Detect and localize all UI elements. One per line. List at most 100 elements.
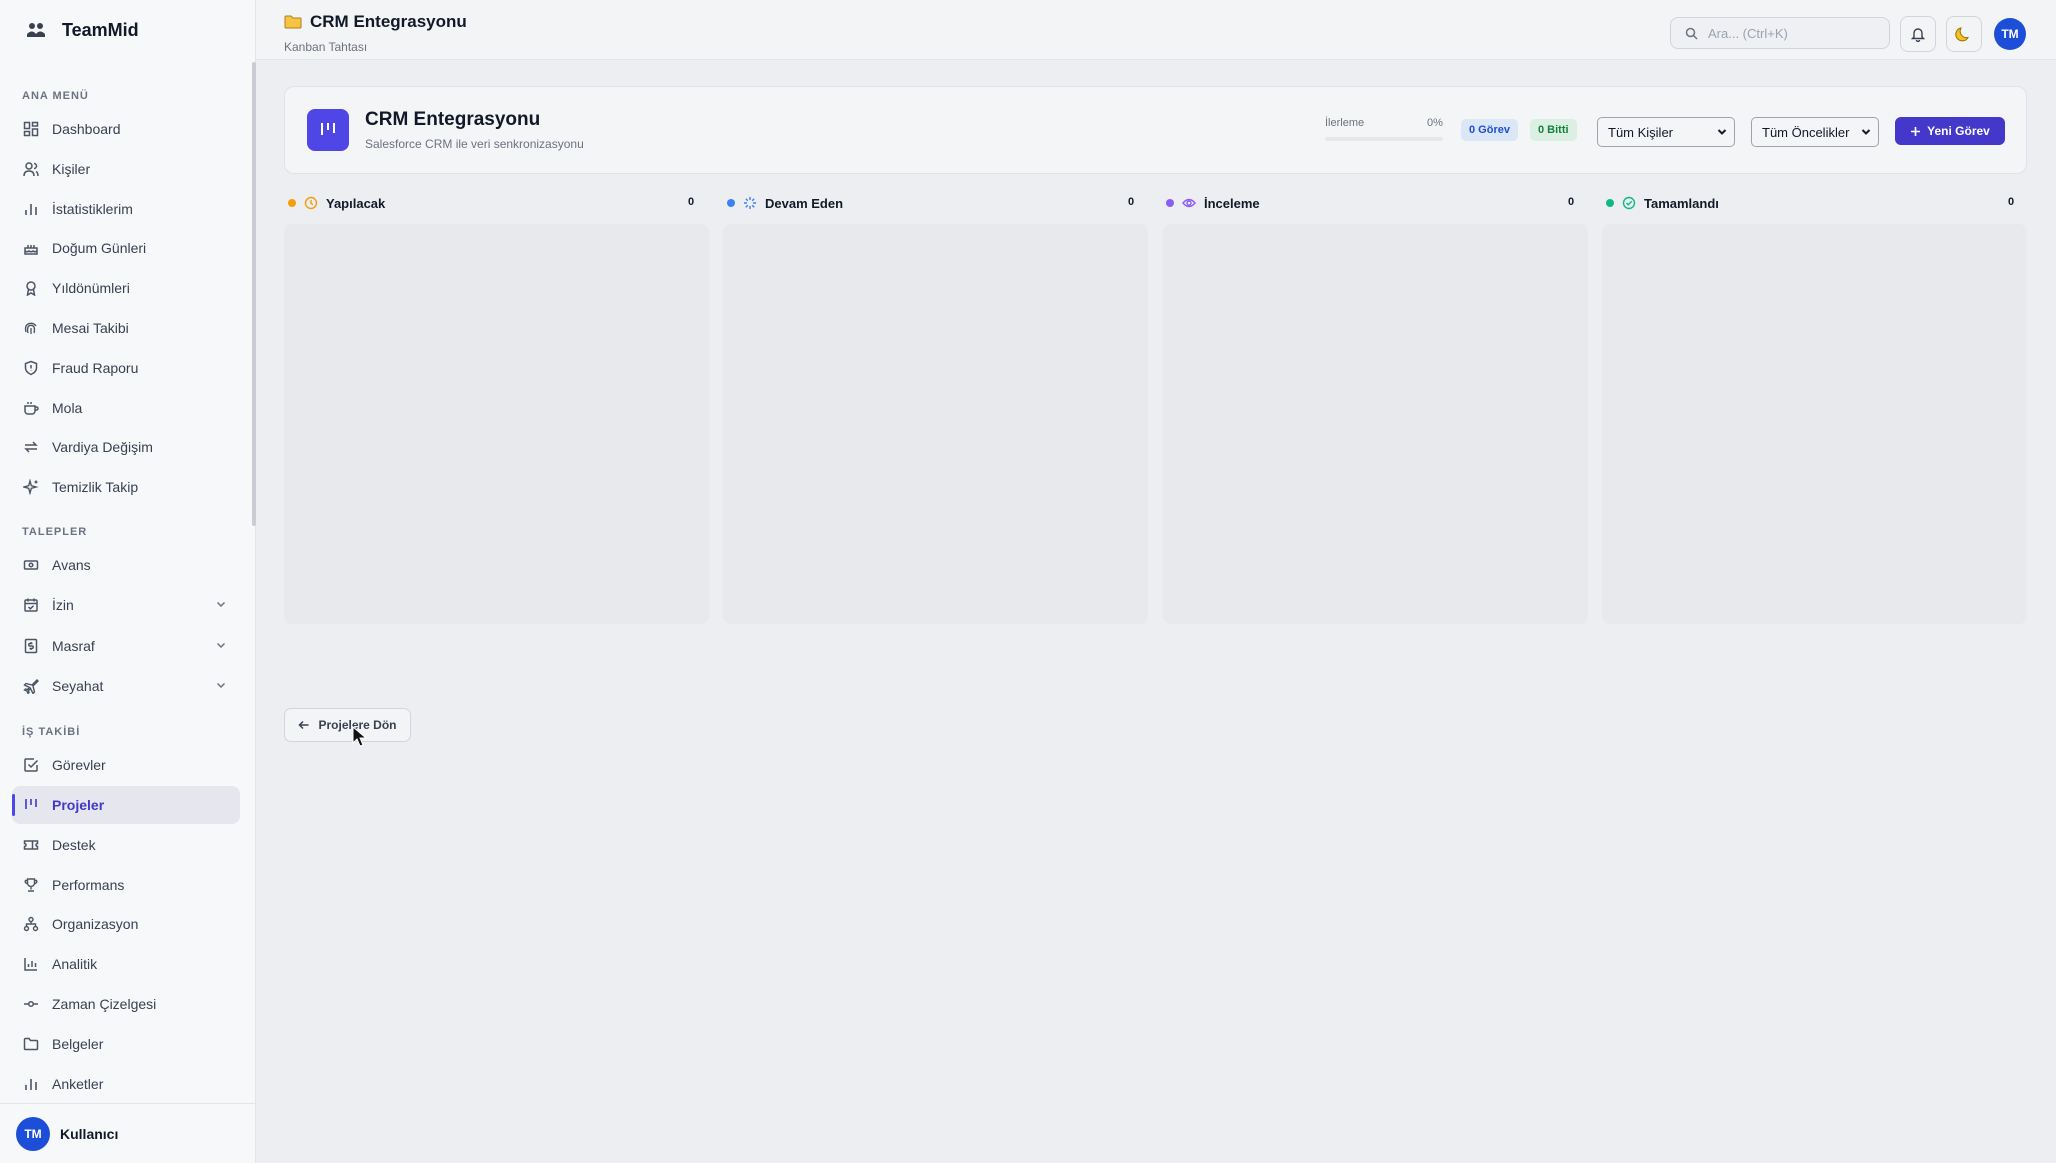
kanban-column-review[interactable]	[1163, 224, 1588, 624]
sidebar-scrollbar[interactable]	[252, 62, 256, 526]
sidebar-item-fraud[interactable]: Fraud Raporu	[12, 349, 240, 387]
sidebar-item-label: Mesai Takibi	[52, 320, 129, 336]
kanban-icon	[307, 109, 349, 151]
award-icon	[22, 279, 40, 297]
sidebar-item-timeline[interactable]: Zaman Çizelgesi	[12, 985, 240, 1023]
column-title: Yapılacak	[326, 195, 386, 211]
chevron-down-icon	[1860, 126, 1872, 138]
users-icon	[22, 160, 40, 178]
eye-icon	[1182, 196, 1196, 210]
sidebar-item-label: Zaman Çizelgesi	[52, 996, 157, 1012]
progress-value: 0%	[1427, 117, 1443, 129]
brand-name: TeamMid	[62, 19, 139, 40]
sidebar-item-organization[interactable]: Organizasyon	[12, 905, 240, 943]
chevron-down-icon	[1716, 126, 1728, 138]
page-subtitle: Kanban Tahtası	[284, 40, 368, 54]
sidebar-item-birthdays[interactable]: Doğum Günleri	[12, 229, 240, 267]
back-to-projects-button[interactable]: Projelere Dön	[284, 708, 411, 742]
network-icon	[22, 915, 40, 933]
sidebar-item-label: Avans	[52, 557, 91, 573]
sidebar-item-label: Temizlik Takip	[52, 479, 139, 495]
sidebar-item-leave[interactable]: İzin	[12, 586, 240, 624]
sidebar-item-label: Seyahat	[52, 678, 104, 694]
bar-chart-icon	[22, 200, 40, 218]
sidebar-item-anniversaries[interactable]: Yıldönümleri	[12, 269, 240, 307]
search-placeholder: Ara... (Ctrl+K)	[1708, 25, 1788, 41]
sidebar-item-travel[interactable]: Seyahat	[12, 667, 240, 705]
sidebar-item-label: Vardiya Değişim	[52, 439, 153, 455]
sidebar-item-projects[interactable]: Projeler	[12, 786, 240, 824]
sidebar-item-dashboard[interactable]: Dashboard	[12, 110, 240, 148]
chart-axis-icon	[22, 955, 40, 973]
sparkles-icon	[22, 478, 40, 496]
sidebar-item-label: Belgeler	[52, 1036, 104, 1052]
receipt-icon	[22, 637, 40, 655]
section-title-main: ANA MENÜ	[22, 90, 89, 102]
sidebar-item-performance[interactable]: Performans	[12, 866, 240, 904]
kanban-column-done[interactable]	[1602, 224, 2027, 624]
column-title: İnceleme	[1204, 195, 1260, 211]
user-profile[interactable]: TM Kullanıcı	[0, 1103, 255, 1163]
sidebar-item-advance[interactable]: Avans	[12, 546, 240, 584]
sidebar-item-expense[interactable]: Masraf	[12, 627, 240, 665]
section-title-requests: TALEPLER	[22, 526, 88, 538]
section-title-work: İŞ TAKİBİ	[22, 726, 81, 738]
sidebar-item-analytics[interactable]: Analitik	[12, 945, 240, 983]
trophy-icon	[22, 876, 40, 894]
cake-icon	[22, 239, 40, 257]
project-title: CRM Entegrasyonu	[365, 109, 541, 130]
column-title: Devam Eden	[765, 195, 844, 211]
status-dot	[1166, 199, 1174, 207]
sidebar-item-break[interactable]: Mola	[12, 389, 240, 427]
sidebar-item-cleaning[interactable]: Temizlik Takip	[12, 468, 240, 506]
sidebar-item-label: Organizasyon	[52, 916, 139, 932]
sidebar-item-label: Dashboard	[52, 121, 121, 137]
check-square-icon	[22, 756, 40, 774]
kanban-column-todo[interactable]	[284, 224, 709, 624]
ticket-icon	[22, 836, 40, 854]
column-header-done: Tamamlandı	[1606, 193, 1719, 213]
new-task-label: Yeni Görev	[1927, 124, 1990, 138]
sidebar-item-shift[interactable]: Vardiya Değişim	[12, 428, 240, 466]
bar-chart-icon	[22, 1075, 40, 1093]
priority-filter-select[interactable]: Tüm Öncelikler	[1751, 117, 1879, 147]
sidebar-item-label: Kişiler	[52, 161, 91, 177]
teammid-logo-icon	[24, 18, 48, 42]
theme-toggle-button[interactable]	[1946, 16, 1982, 52]
column-count: 0	[1128, 196, 1135, 208]
page-title: CRM Entegrasyonu	[284, 12, 467, 32]
folder-icon	[22, 1035, 40, 1053]
new-task-button[interactable]: Yeni Görev	[1895, 117, 2005, 145]
sidebar-item-label: Anketler	[52, 1076, 104, 1092]
search-input[interactable]: Ara... (Ctrl+K)	[1670, 17, 1890, 49]
column-count: 0	[2008, 196, 2015, 208]
brand[interactable]: TeamMid	[0, 0, 255, 60]
notifications-button[interactable]	[1900, 16, 1936, 52]
progress-bar	[1325, 137, 1443, 141]
sidebar-item-people[interactable]: Kişiler	[12, 150, 240, 188]
kanban-column-in-progress[interactable]	[723, 224, 1148, 624]
sidebar-item-documents[interactable]: Belgeler	[12, 1025, 240, 1063]
fingerprint-icon	[22, 319, 40, 337]
people-filter-select[interactable]: Tüm Kişiler	[1597, 117, 1735, 147]
coffee-icon	[22, 399, 40, 417]
column-count: 0	[688, 196, 695, 208]
sidebar-item-overtime[interactable]: Mesai Takibi	[12, 309, 240, 347]
sidebar-item-stats[interactable]: İstatistiklerim	[12, 190, 240, 228]
sidebar-item-support[interactable]: Destek	[12, 826, 240, 864]
arrow-left-icon	[298, 719, 310, 731]
sidebar-item-label: Yıldönümleri	[52, 280, 130, 296]
status-dot	[288, 199, 296, 207]
sidebar-item-surveys[interactable]: Anketler	[12, 1065, 240, 1103]
sidebar-item-label: Fraud Raporu	[52, 360, 139, 376]
sidebar-item-tasks[interactable]: Görevler	[12, 746, 240, 784]
avatar[interactable]: TM	[1994, 18, 2026, 50]
sidebar-item-label: İzin	[52, 597, 74, 613]
sidebar-item-label: Mola	[52, 400, 83, 416]
sidebar-item-label: İstatistiklerim	[52, 201, 133, 217]
sidebar-item-label: Performans	[52, 877, 125, 893]
avatar: TM	[16, 1116, 50, 1151]
check-circle-icon	[1622, 196, 1636, 210]
swap-arrows-icon	[22, 438, 40, 456]
sidebar: TeamMid ANA MENÜ Dashboard Kişiler İstat…	[0, 0, 256, 1163]
